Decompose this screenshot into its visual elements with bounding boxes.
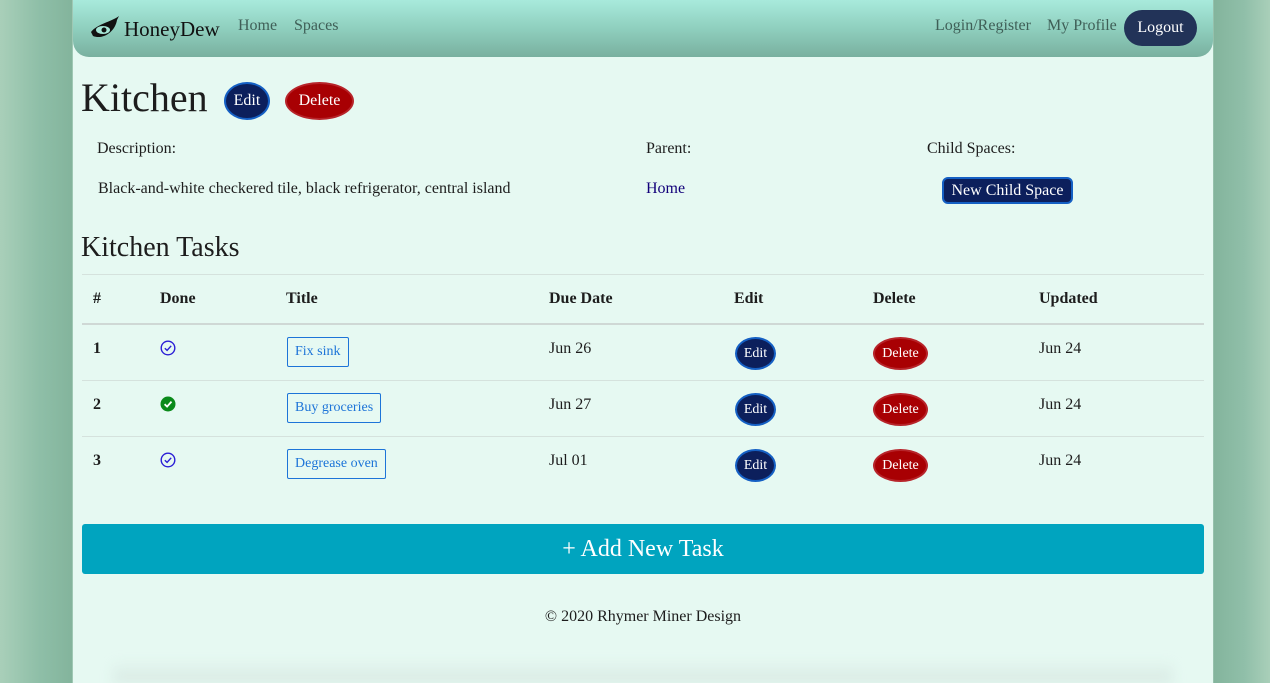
- header-divider: [82, 323, 1204, 325]
- edit-space-button[interactable]: Edit: [224, 82, 270, 120]
- task-number: 2: [93, 396, 101, 413]
- task-number: 1: [93, 340, 101, 357]
- task-updated: Jun 24: [1039, 396, 1082, 413]
- brand[interactable]: HoneyDew: [89, 12, 220, 46]
- page: HoneyDew Home Spaces Login/Register My P…: [73, 0, 1213, 683]
- column-header-done: Done: [160, 290, 196, 307]
- column-header-updated: Updated: [1039, 290, 1098, 307]
- row-divider: [82, 436, 1204, 437]
- column-header-edit: Edit: [734, 290, 764, 307]
- delete-space-button[interactable]: Delete: [285, 82, 354, 120]
- nav-my-profile-link[interactable]: My Profile: [1047, 17, 1117, 35]
- description-text: Black-and-white checkered tile, black re…: [98, 180, 511, 197]
- task-title-button[interactable]: Buy groceries: [287, 393, 382, 423]
- task-edit-button[interactable]: Edit: [735, 393, 776, 426]
- parent-label: Parent:: [646, 140, 692, 157]
- task-delete-button[interactable]: Delete: [873, 449, 928, 482]
- nav-home-link[interactable]: Home: [238, 17, 277, 35]
- page-title: Kitchen: [81, 75, 208, 120]
- logout-button[interactable]: Logout: [1124, 10, 1197, 46]
- table-top-divider: [82, 274, 1204, 275]
- honeydew-logo-icon: [89, 12, 121, 47]
- row-divider: [82, 380, 1204, 381]
- task-edit-button[interactable]: Edit: [735, 337, 776, 370]
- task-updated: Jun 24: [1039, 340, 1082, 357]
- child-spaces-label: Child Spaces:: [927, 140, 1016, 157]
- task-delete-button[interactable]: Delete: [873, 393, 928, 426]
- bottom-shadow: [113, 660, 1173, 683]
- task-edit-button[interactable]: Edit: [735, 449, 776, 482]
- brand-name: HoneyDew: [124, 16, 220, 41]
- nav-login-register-link[interactable]: Login/Register: [935, 17, 1031, 35]
- task-due-date: Jun 26: [549, 340, 592, 357]
- parent-link[interactable]: Home: [646, 180, 685, 198]
- add-new-task-button[interactable]: + Add New Task: [82, 524, 1204, 574]
- done-check-icon[interactable]: [160, 396, 176, 412]
- footer-copyright: © 2020 Rhymer Miner Design: [544, 608, 742, 625]
- task-updated: Jun 24: [1039, 452, 1082, 469]
- nav-spaces-link[interactable]: Spaces: [294, 17, 338, 35]
- undone-check-icon[interactable]: [160, 452, 176, 468]
- task-due-date: Jul 01: [549, 452, 588, 469]
- description-label: Description:: [97, 140, 177, 157]
- task-title-button[interactable]: Degrease oven: [287, 449, 386, 479]
- column-header-delete: Delete: [873, 290, 916, 307]
- column-header-title: Title: [286, 290, 318, 307]
- tasks-heading: Kitchen Tasks: [81, 232, 240, 263]
- column-header-number: #: [93, 290, 101, 307]
- task-delete-button[interactable]: Delete: [873, 337, 928, 370]
- undone-check-icon[interactable]: [160, 340, 176, 356]
- task-title-button[interactable]: Fix sink: [287, 337, 349, 367]
- column-header-due-date: Due Date: [549, 290, 613, 307]
- navbar: HoneyDew Home Spaces Login/Register My P…: [73, 0, 1213, 57]
- task-number: 3: [93, 452, 101, 469]
- task-due-date: Jun 27: [549, 396, 592, 413]
- new-child-space-button[interactable]: New Child Space: [942, 177, 1073, 204]
